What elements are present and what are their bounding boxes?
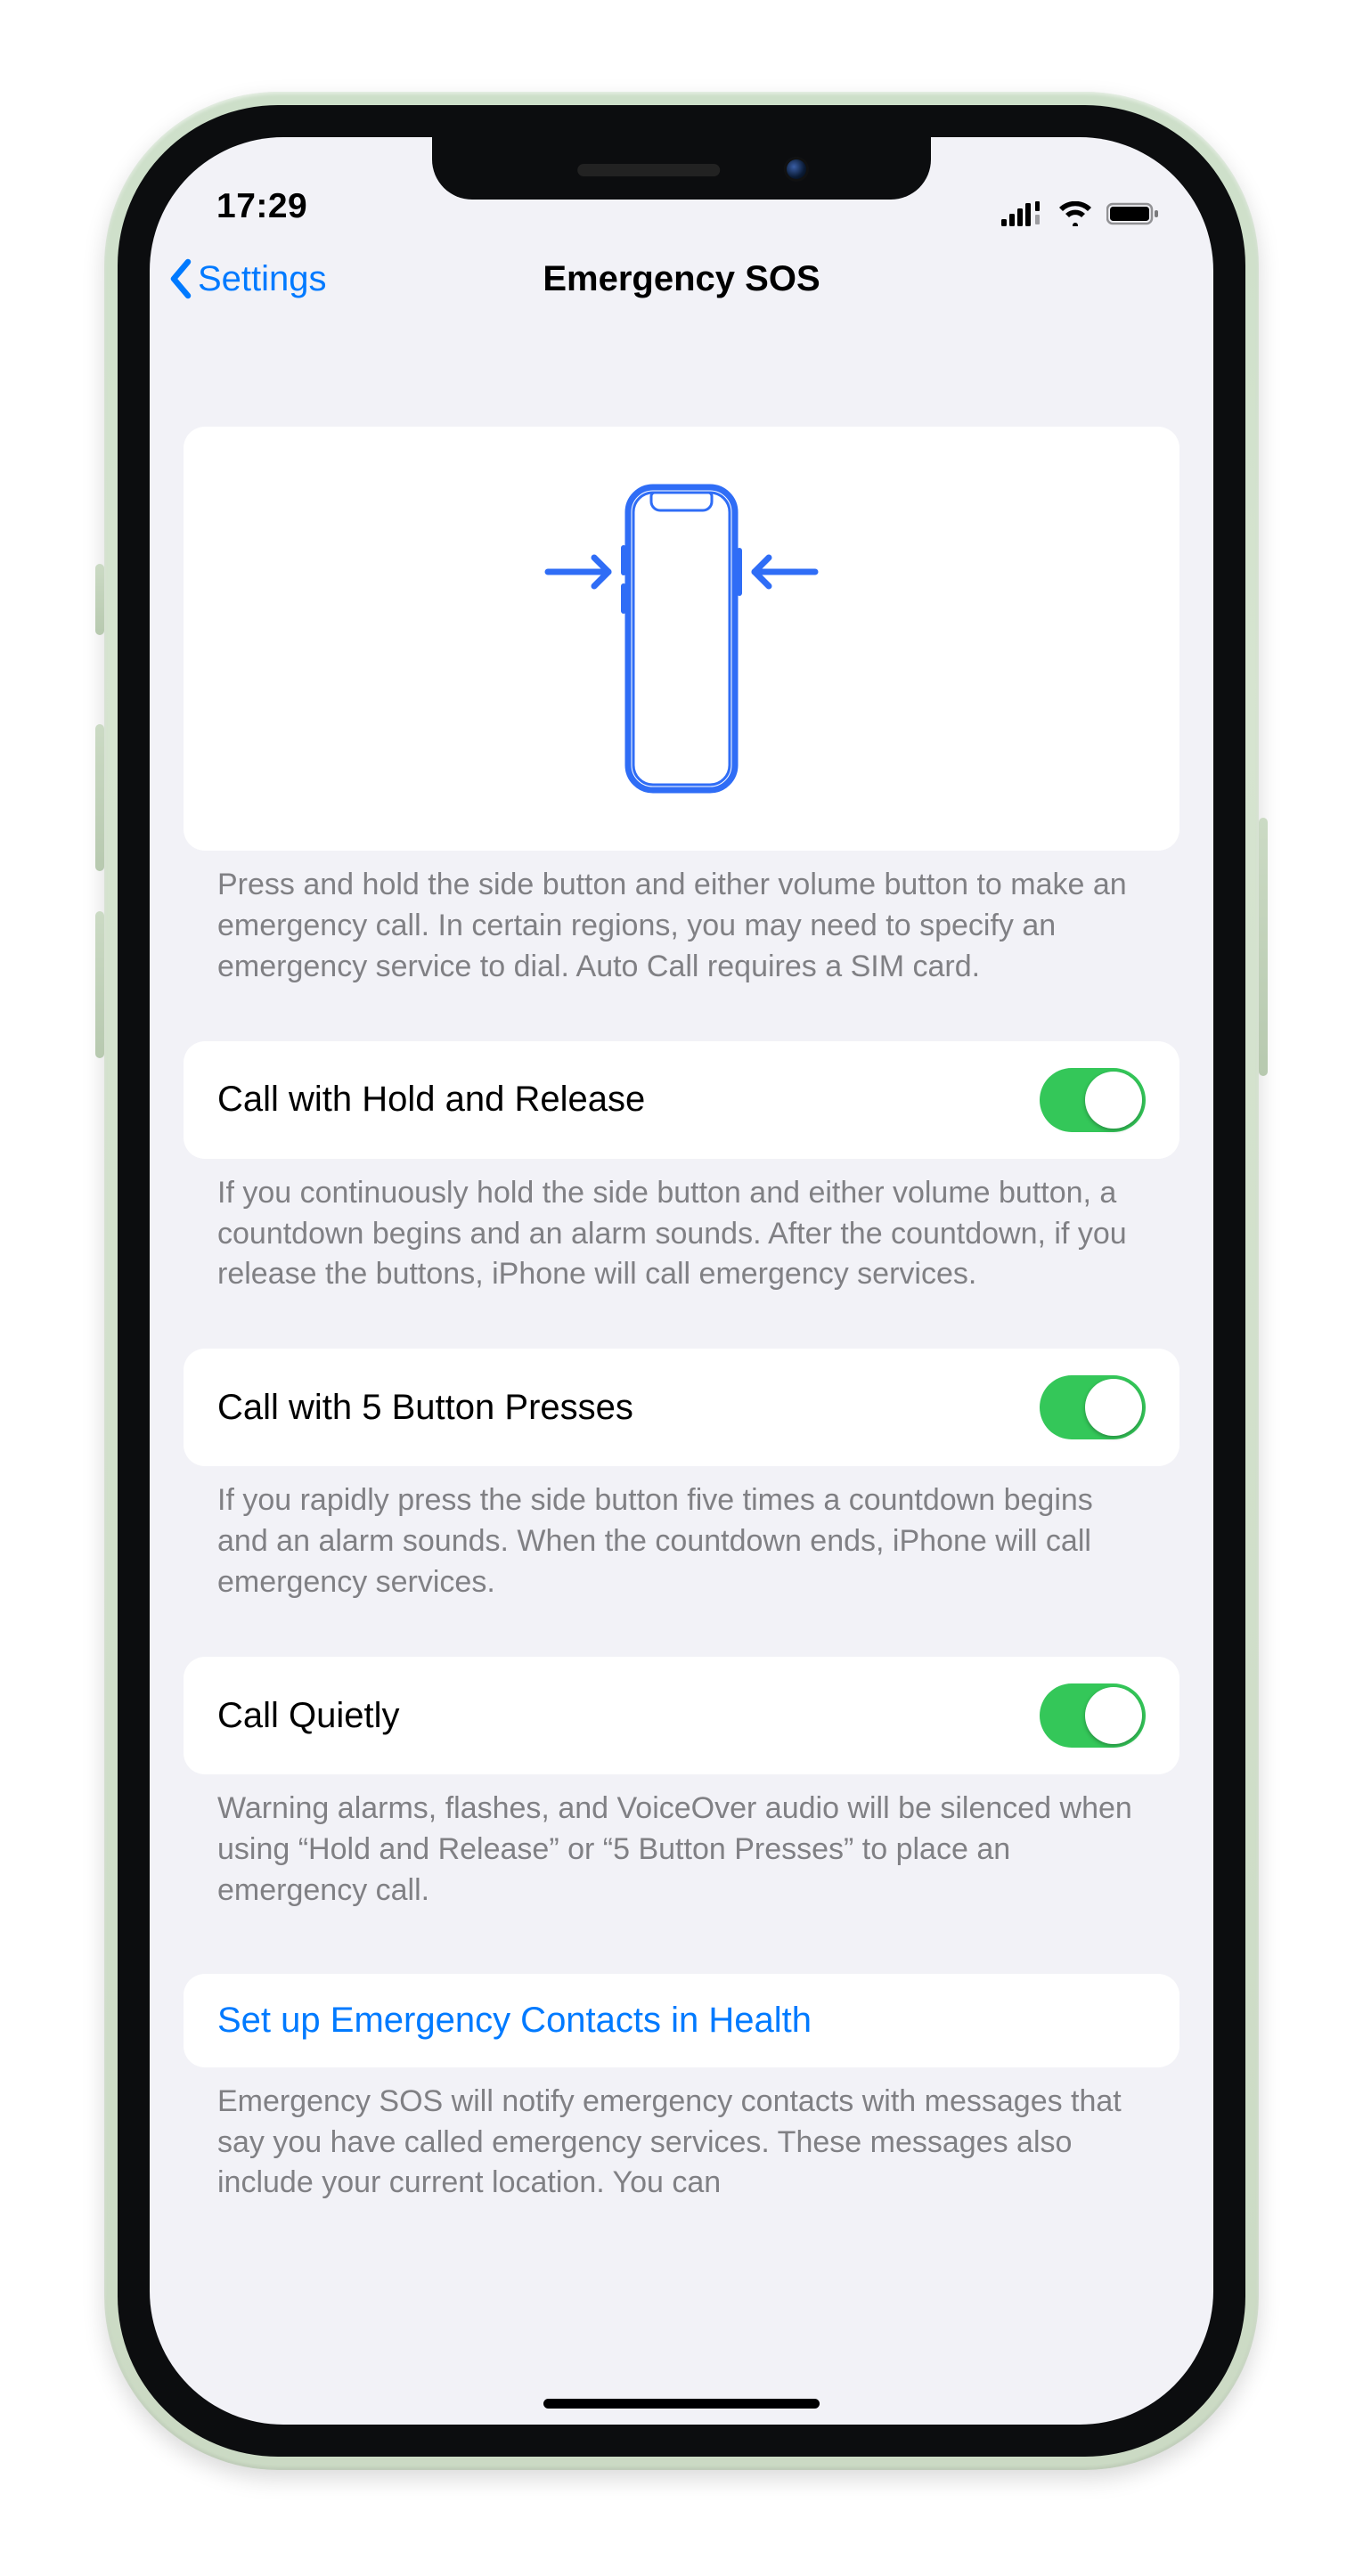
setting-footer: If you continuously hold the side button… [184,1159,1179,1296]
setting-label: Call with Hold and Release [217,1080,1040,1120]
volume-down-button [95,911,104,1058]
intro-footer: Press and hold the side button and eithe… [184,851,1179,988]
mute-switch [95,564,104,635]
contacts-footer: Emergency SOS will notify emergency cont… [184,2067,1179,2205]
sos-press-illustration-icon [184,427,1179,851]
setup-emergency-contacts-link[interactable]: Set up Emergency Contacts in Health [184,1974,1179,2067]
screen: 17:29 [150,137,1213,2425]
nav-bar: Settings Emergency SOS [150,233,1213,324]
battery-icon [1106,201,1160,226]
volume-up-button [95,724,104,871]
setting-label: Call Quietly [217,1696,1040,1736]
device-frame: 17:29 [104,92,1259,2470]
toggle-five-presses[interactable] [1040,1375,1146,1439]
side-button [1259,818,1268,1076]
setting-row-hold-release: Call with Hold and Release [184,1041,1179,1159]
notch [432,137,931,200]
wifi-icon [1057,201,1093,226]
content-scroll[interactable]: Press and hold the side button and eithe… [150,427,1213,2204]
toggle-call-quietly[interactable] [1040,1683,1146,1748]
back-button[interactable]: Settings [166,233,327,324]
setting-footer: Warning alarms, flashes, and VoiceOver a… [184,1774,1179,1912]
setting-row-five-presses: Call with 5 Button Presses [184,1349,1179,1466]
setting-footer: If you rapidly press the side button fiv… [184,1466,1179,1603]
cellular-icon [1001,201,1044,226]
illustration-card [184,427,1179,851]
toggle-hold-release[interactable] [1040,1068,1146,1132]
front-camera [784,157,809,182]
setting-label: Call with 5 Button Presses [217,1388,1040,1428]
back-label: Settings [198,259,327,299]
home-indicator[interactable] [543,2399,820,2409]
speaker-grill [577,164,720,176]
setting-row-call-quietly: Call Quietly [184,1657,1179,1774]
chevron-left-icon [166,258,198,299]
status-time: 17:29 [212,187,307,226]
page-title: Emergency SOS [543,259,820,299]
contacts-link-row: Set up Emergency Contacts in Health [184,1974,1179,2067]
